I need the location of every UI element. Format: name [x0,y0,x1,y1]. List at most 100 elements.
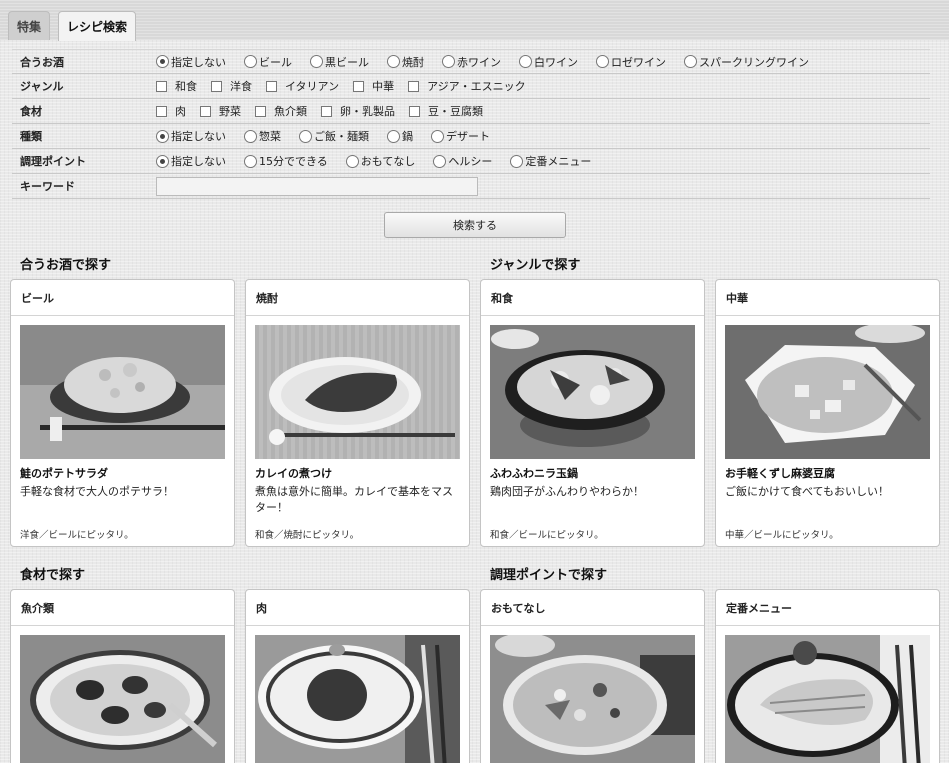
filter-row-keyword: キーワード [12,174,930,199]
recipe-photo[interactable] [20,635,225,763]
card-category[interactable]: 定番メニュー [716,590,939,626]
recipe-photo[interactable] [20,325,225,459]
genre-option[interactable]: イタリアン [266,78,339,94]
ingredient-option[interactable]: 魚介類 [255,103,307,119]
radio-button[interactable] [596,55,609,68]
radio-button[interactable] [387,129,400,143]
card-category[interactable]: 焼酎 [246,280,469,316]
section-title-point: 調理ポイントで探す [490,568,608,583]
recipe-title[interactable]: ふわふわニラ玉鍋 [490,465,578,481]
radio-button[interactable] [431,129,444,143]
recipe-card[interactable]: 定番メニュー [715,589,940,763]
radio-button[interactable] [244,154,257,168]
alcohol-option[interactable]: ロゼワイン [596,54,666,70]
tab-recipe-search[interactable]: レシピ検索 [58,11,136,41]
alcohol-option[interactable]: 焼酎 [387,54,424,70]
alcohol-option[interactable]: スパークリングワイン [684,54,809,70]
radio-button[interactable] [510,154,524,168]
card-category[interactable]: おもてなし [481,590,704,626]
card-category[interactable]: 和食 [481,280,704,316]
type-option[interactable]: 鍋 [387,128,413,144]
recipe-card[interactable]: ビール 鮭のポテトサラダ 手軽な食材で大人のポテサラ！ 洋食／ビールにピッタリ。 [10,279,235,547]
radio-button[interactable] [244,55,257,68]
radio-button[interactable] [156,129,169,143]
recipe-card[interactable]: 和食 ふわふわニラ玉鍋 鶏肉団子がふんわりやわらか！ 和食／ビールにピッタリ。 [480,279,705,547]
checkbox[interactable] [353,80,365,92]
point-option[interactable]: ヘルシー [433,153,492,169]
radio-button[interactable] [299,129,312,143]
checkbox[interactable] [409,105,420,117]
tab-feature[interactable]: 特集 [8,11,50,40]
checkbox[interactable] [408,80,420,92]
radio-button[interactable] [433,154,447,168]
checkbox[interactable] [211,80,222,92]
option-label: 定番メニュー [525,155,592,168]
card-category[interactable]: 魚介類 [11,590,234,626]
checkbox[interactable] [321,105,332,117]
genre-option[interactable]: アジア・エスニック [408,78,526,94]
alcohol-option[interactable]: 黒ビール [310,54,369,70]
ingredient-option[interactable]: 卵・乳製品 [321,103,395,119]
section-title-alcohol: 合うお酒で探す [20,258,112,273]
recipe-photo[interactable] [725,325,930,459]
recipe-title[interactable]: 鮭のポテトサラダ [20,465,108,481]
radio-button[interactable] [387,55,400,68]
filter-label: 調理ポイント [20,155,86,168]
ingredient-option[interactable]: 豆・豆腐類 [409,103,483,119]
point-option[interactable]: おもてなし [345,153,415,169]
radio-button[interactable] [345,154,359,168]
type-option[interactable]: 惣菜 [244,128,281,144]
option-label: ロゼワイン [611,55,666,69]
point-option[interactable]: 定番メニュー [510,153,591,169]
recipe-photo[interactable] [490,635,695,763]
keyword-input[interactable] [156,176,478,196]
point-option[interactable]: 15分でできる [244,153,328,169]
checkbox[interactable] [200,105,211,117]
radio-button[interactable] [310,55,323,68]
search-button[interactable]: 検索する [384,212,566,238]
checkbox[interactable] [156,80,167,92]
alcohol-option[interactable]: 白ワイン [519,54,578,70]
card-category[interactable]: 肉 [246,590,469,626]
radio-button[interactable] [244,129,257,143]
radio-button[interactable] [684,55,697,68]
genre-option[interactable]: 中華 [353,78,394,94]
option-label: 焼酎 [402,55,424,69]
ingredient-option[interactable]: 肉 [156,103,186,119]
type-option[interactable]: デザート [431,128,490,144]
radio-button[interactable] [442,55,455,68]
recipe-card[interactable]: おもてなし [480,589,705,763]
option-label: 和食 [175,80,197,93]
recipe-photo[interactable] [490,325,695,459]
radio-button[interactable] [156,55,169,68]
alcohol-option[interactable]: 指定しない [156,54,226,70]
alcohol-options: 指定しない ビール 黒ビール 焼酎 赤ワイン 白ワイン ロゼワイン スパークリングワイン [156,54,827,70]
card-category[interactable]: ビール [11,280,234,316]
radio-button[interactable] [156,154,169,168]
alcohol-option[interactable]: 赤ワイン [442,54,501,70]
checkbox[interactable] [255,105,266,117]
card-category[interactable]: 中華 [716,280,939,316]
genre-option[interactable]: 洋食 [211,78,252,94]
checkbox[interactable] [156,105,167,117]
ingredient-option[interactable]: 野菜 [200,103,241,119]
type-option[interactable]: 指定しない [156,128,226,144]
type-option[interactable]: ご飯・麺類 [299,128,369,144]
alcohol-option[interactable]: ビール [244,54,292,70]
genre-option[interactable]: 和食 [156,78,197,94]
checkbox[interactable] [266,80,277,92]
recipe-card[interactable]: 中華 お手軽くずし麻婆豆腐 ご飯にかけて食べてもおいしい！ 中華／ビールにピッタ… [715,279,940,547]
recipe-photo[interactable] [255,325,460,459]
recipe-card[interactable]: 肉 [245,589,470,763]
recipe-photo[interactable] [255,635,460,763]
recipe-photo[interactable] [725,635,930,763]
point-option[interactable]: 指定しない [156,153,226,169]
recipe-card[interactable]: 魚介類 [10,589,235,763]
recipe-title[interactable]: お手軽くずし麻婆豆腐 [725,465,835,481]
search-filters: 合うお酒 指定しない ビール 黒ビール 焼酎 赤ワイン 白ワイン ロゼワイン スパークリングワ… [12,49,930,199]
recipe-card[interactable]: 焼酎 カレイの煮つけ 煮魚は意外に簡単。カレイで基本をマスター！ 和食／焼酎にピ… [245,279,470,547]
radio-button[interactable] [519,55,532,68]
filter-row-alcohol: 合うお酒 指定しない ビール 黒ビール 焼酎 赤ワイン 白ワイン ロゼワイン スパークリングワ… [12,49,930,74]
filter-row-genre: ジャンル 和食 洋食 イタリアン 中華 アジア・エスニック [12,74,930,99]
recipe-title[interactable]: カレイの煮つけ [255,465,332,481]
